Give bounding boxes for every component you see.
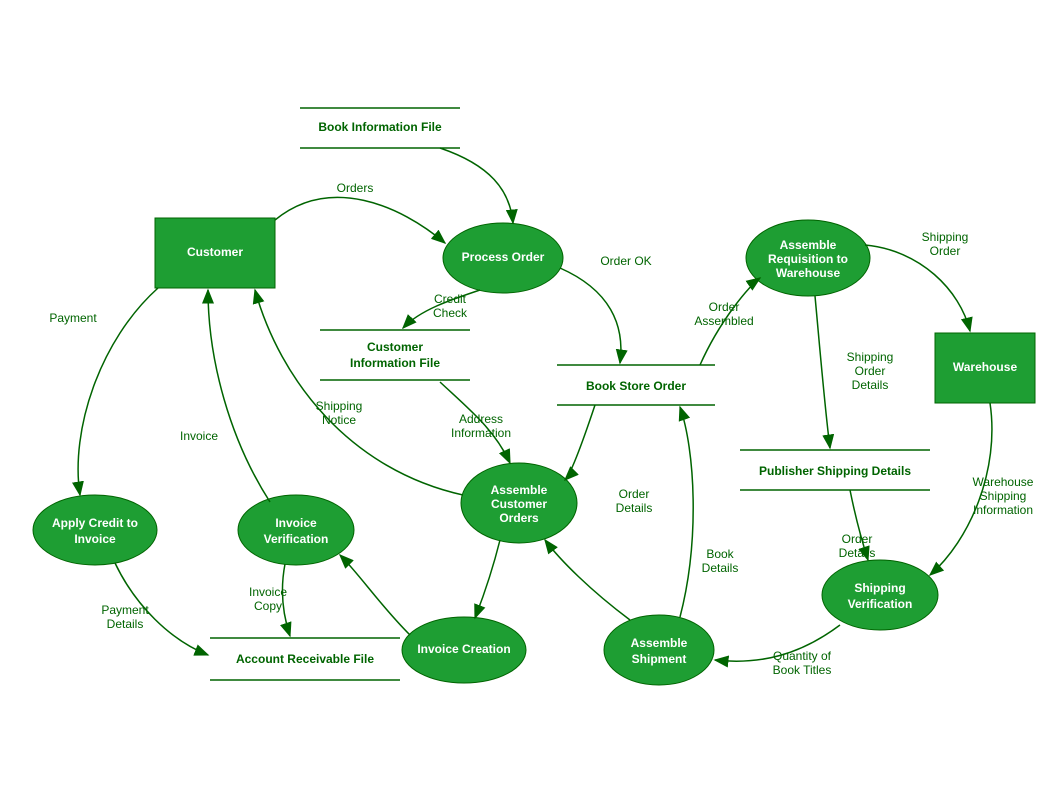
flow-sod-l2: Order (855, 364, 886, 378)
proc-aco-l1: Assemble (491, 483, 548, 497)
proc-req-l3: Warehouse (776, 266, 841, 280)
flow-oa-l2: Assembled (694, 314, 753, 328)
store-bso-label: Book Store Order (586, 379, 686, 393)
flow-invoice-label: Invoice (180, 429, 218, 443)
flow-odsv-l2: Details (839, 546, 876, 560)
flow-orders (275, 197, 445, 243)
flow-icpy-l1: Invoice (249, 585, 287, 599)
proc-req-l1: Assemble (780, 238, 837, 252)
flow-cc-l2: Check (433, 306, 468, 320)
proc-as-l1: Assemble (631, 636, 688, 650)
store-book-info-label: Book Information File (318, 120, 442, 134)
flow-order-ok (560, 268, 621, 363)
proc-aco-l2: Customer (491, 497, 547, 511)
flow-ai-l1: Address (459, 412, 503, 426)
flow-invoice (208, 290, 270, 502)
flow-cc-l1: Credit (434, 292, 467, 306)
flow-pd-l2: Details (107, 617, 144, 631)
flow-shipment-to-aco (545, 540, 630, 620)
store-psd-label: Publisher Shipping Details (759, 464, 911, 478)
flow-od-l1: Order (619, 487, 650, 501)
dfd-diagram: Customer Warehouse Process Order Assembl… (0, 0, 1056, 794)
proc-sv-l1: Shipping (854, 581, 905, 595)
process-process-order-label: Process Order (462, 250, 545, 264)
flow-wsi-l3: Information (973, 503, 1033, 517)
flow-wsi-l1: Warehouse (973, 475, 1034, 489)
flow-sn-l1: Shipping (316, 399, 363, 413)
flow-wsi-l2: Shipping (980, 489, 1027, 503)
flow-odsv-l1: Order (842, 532, 873, 546)
store-cust-l2: Information File (350, 356, 440, 370)
flow-sod-l1: Shipping (847, 350, 894, 364)
flow-invoice-copy (283, 564, 290, 636)
proc-apc-l1: Apply Credit to (52, 516, 138, 530)
flow-shipping-notice (255, 290, 463, 495)
flow-shipping-order-details (815, 296, 830, 448)
flow-bd-l1: Book (706, 547, 734, 561)
flow-sod-l3: Details (852, 378, 889, 392)
proc-sv-l2: Verification (848, 597, 913, 611)
flow-so-l2: Order (930, 244, 961, 258)
proc-iv-l1: Invoice (275, 516, 317, 530)
store-arf-label: Account Receivable File (236, 652, 374, 666)
flow-order-details-aco (565, 405, 595, 480)
flow-orderok-label: Order OK (600, 254, 651, 268)
flow-bookinfo-to-process (440, 148, 513, 223)
proc-req-l2: Requisition to (768, 252, 848, 266)
proc-apc-l2: Invoice (74, 532, 116, 546)
flow-payment-label: Payment (49, 311, 97, 325)
flow-orders-label: Orders (337, 181, 374, 195)
proc-aco-l3: Orders (499, 511, 539, 525)
flow-pd-l1: Payment (101, 603, 149, 617)
proc-iv-l2: Verification (264, 532, 329, 546)
proc-as-l2: Shipment (632, 652, 687, 666)
store-cust-l1: Customer (367, 340, 423, 354)
flow-sn-l2: Notice (322, 413, 356, 427)
flow-aco-to-invoicecreation (475, 540, 500, 618)
flow-ai-l2: Information (451, 426, 511, 440)
flow-od-l2: Details (616, 501, 653, 515)
entity-customer-label: Customer (187, 245, 243, 259)
proc-ic-l1: Invoice Creation (417, 642, 510, 656)
flow-oa-l1: Order (709, 300, 740, 314)
flow-qbt-l2: Book Titles (773, 663, 832, 677)
flow-so-l1: Shipping (922, 230, 969, 244)
flow-invoicecreation-to-iv (340, 555, 410, 635)
flow-bd-l2: Details (702, 561, 739, 575)
flow-icpy-l2: Copy (254, 599, 282, 613)
flow-qbt-l1: Quantity of (773, 649, 832, 663)
flow-book-details (680, 407, 693, 617)
entity-warehouse-label: Warehouse (953, 360, 1018, 374)
